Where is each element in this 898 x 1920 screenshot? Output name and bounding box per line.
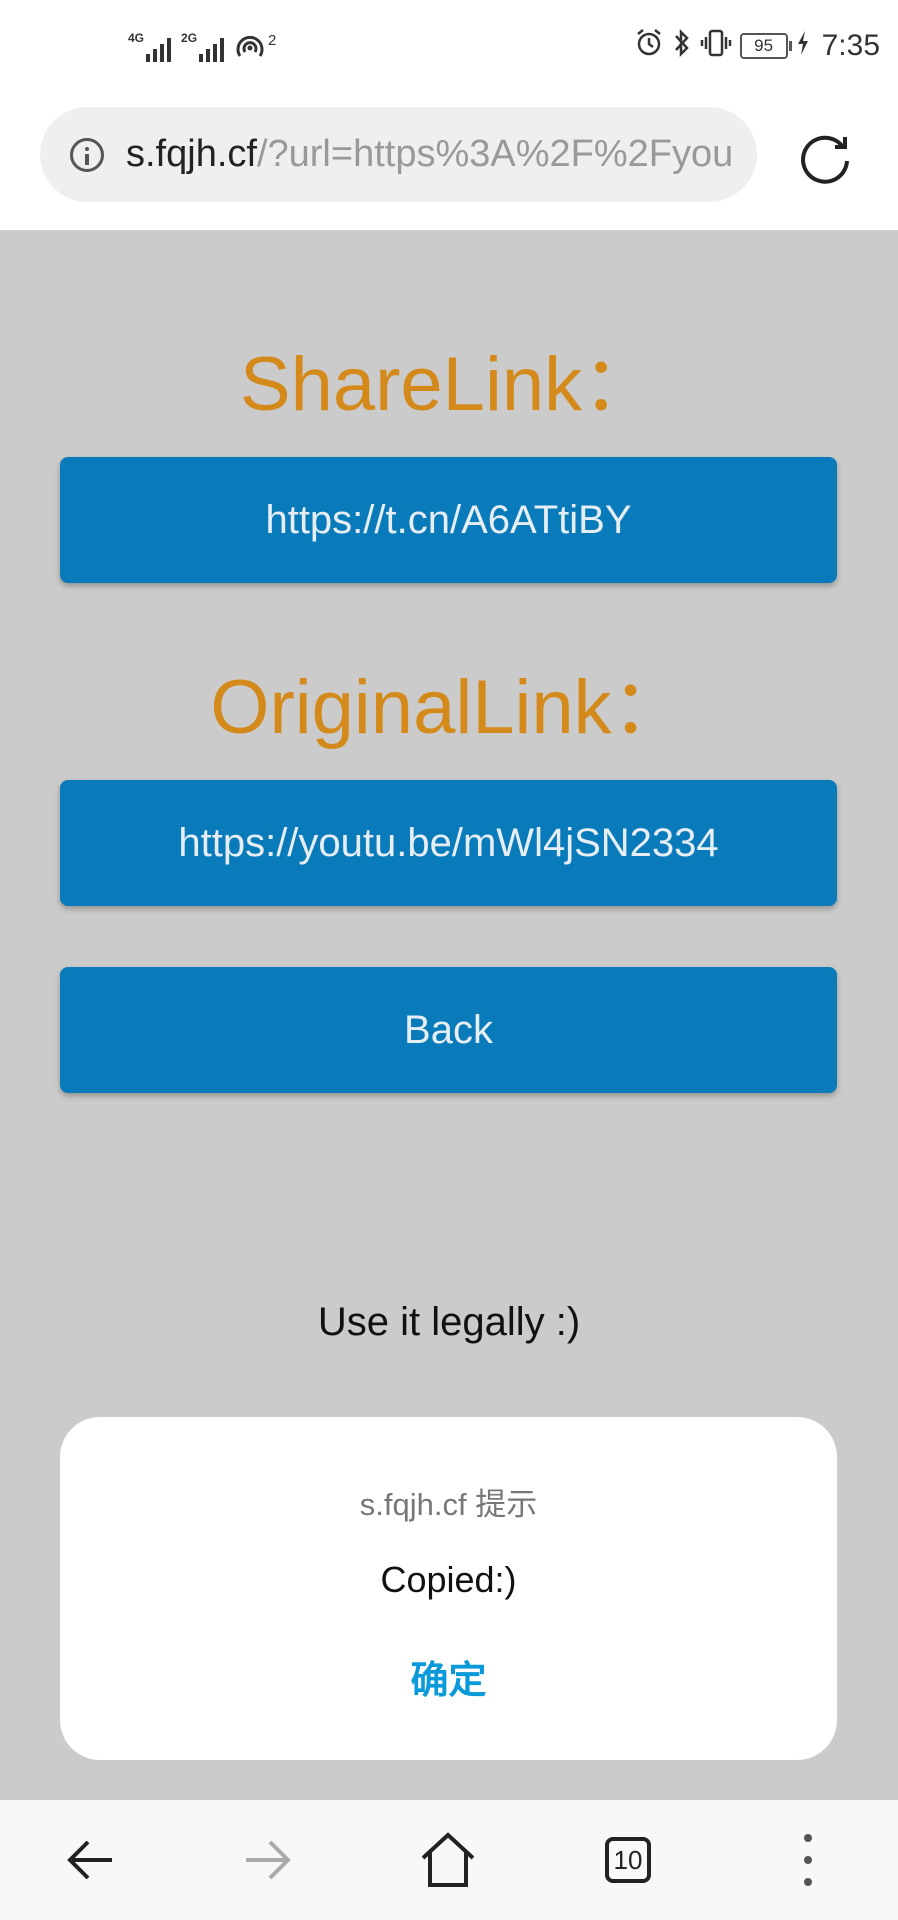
vibrate-icon (700, 28, 732, 63)
home-button[interactable] (416, 1828, 480, 1892)
share-link-heading: ShareLink： (239, 342, 659, 427)
arrow-right-icon (246, 1840, 291, 1880)
status-bar-network: 4G 2G 2 (128, 32, 276, 62)
dialog-ok-button[interactable]: 确定 (60, 1649, 837, 1704)
home-icon (421, 1832, 475, 1887)
hotspot-count: 2 (268, 32, 277, 49)
more-vertical-icon (804, 1834, 812, 1886)
url-text[interactable]: s.fqjh.cf/?url=https%3A%2F%2Fyou (126, 133, 731, 176)
browser-toolbar: s.fqjh.cf/?url=https%3A%2F%2Fyou (0, 100, 898, 230)
back-nav-button[interactable] (58, 1828, 122, 1892)
network-type-2g: 2G (181, 31, 198, 45)
network-type-4g: 4G (128, 31, 145, 45)
legal-note: Use it legally :) (317, 1300, 581, 1344)
dialog-title: s.fqjh.cf 提示 (359, 1487, 538, 1522)
arrow-left-icon (67, 1840, 112, 1880)
reload-icon (801, 135, 849, 184)
site-info-icon[interactable] (70, 137, 104, 172)
share-link-button[interactable]: https://t.cn/A6ATtiBY (60, 457, 837, 583)
status-time: 7:35 (821, 28, 880, 62)
url-path: /?url=https%3A%2F%2Fyou (256, 133, 731, 175)
address-bar[interactable]: s.fqjh.cf/?url=https%3A%2F%2Fyou (40, 107, 757, 202)
forward-nav-button[interactable] (236, 1828, 300, 1892)
original-link-heading: OriginalLink： (210, 665, 688, 750)
bluetooth-icon (672, 28, 692, 63)
original-link-button[interactable]: https://youtu.be/mWl4jSN2334 (60, 780, 837, 906)
charging-icon (796, 30, 810, 61)
status-bar-system: 95 7:35 (634, 28, 880, 63)
alarm-icon (634, 28, 664, 63)
url-host: s.fqjh.cf (126, 133, 257, 175)
hotspot-icon: 2 (234, 32, 276, 62)
back-button[interactable]: Back (60, 967, 837, 1093)
tabs-button[interactable]: 10 (596, 1828, 660, 1892)
signal-2g-icon: 2G (181, 32, 225, 62)
battery-icon: 95 (739, 32, 792, 59)
menu-button[interactable] (776, 1828, 840, 1892)
tab-count-badge: 10 (605, 1837, 651, 1883)
signal-4g-icon: 4G (128, 32, 172, 62)
browser-bottom-bar: 10 (0, 1800, 898, 1920)
reload-button[interactable] (795, 125, 855, 185)
dialog-message: Copied:) (380, 1559, 517, 1600)
status-bar: 4G 2G 2 95 7:35 (0, 0, 898, 100)
alert-dialog: s.fqjh.cf 提示 Copied:) 确定 (60, 1417, 837, 1760)
